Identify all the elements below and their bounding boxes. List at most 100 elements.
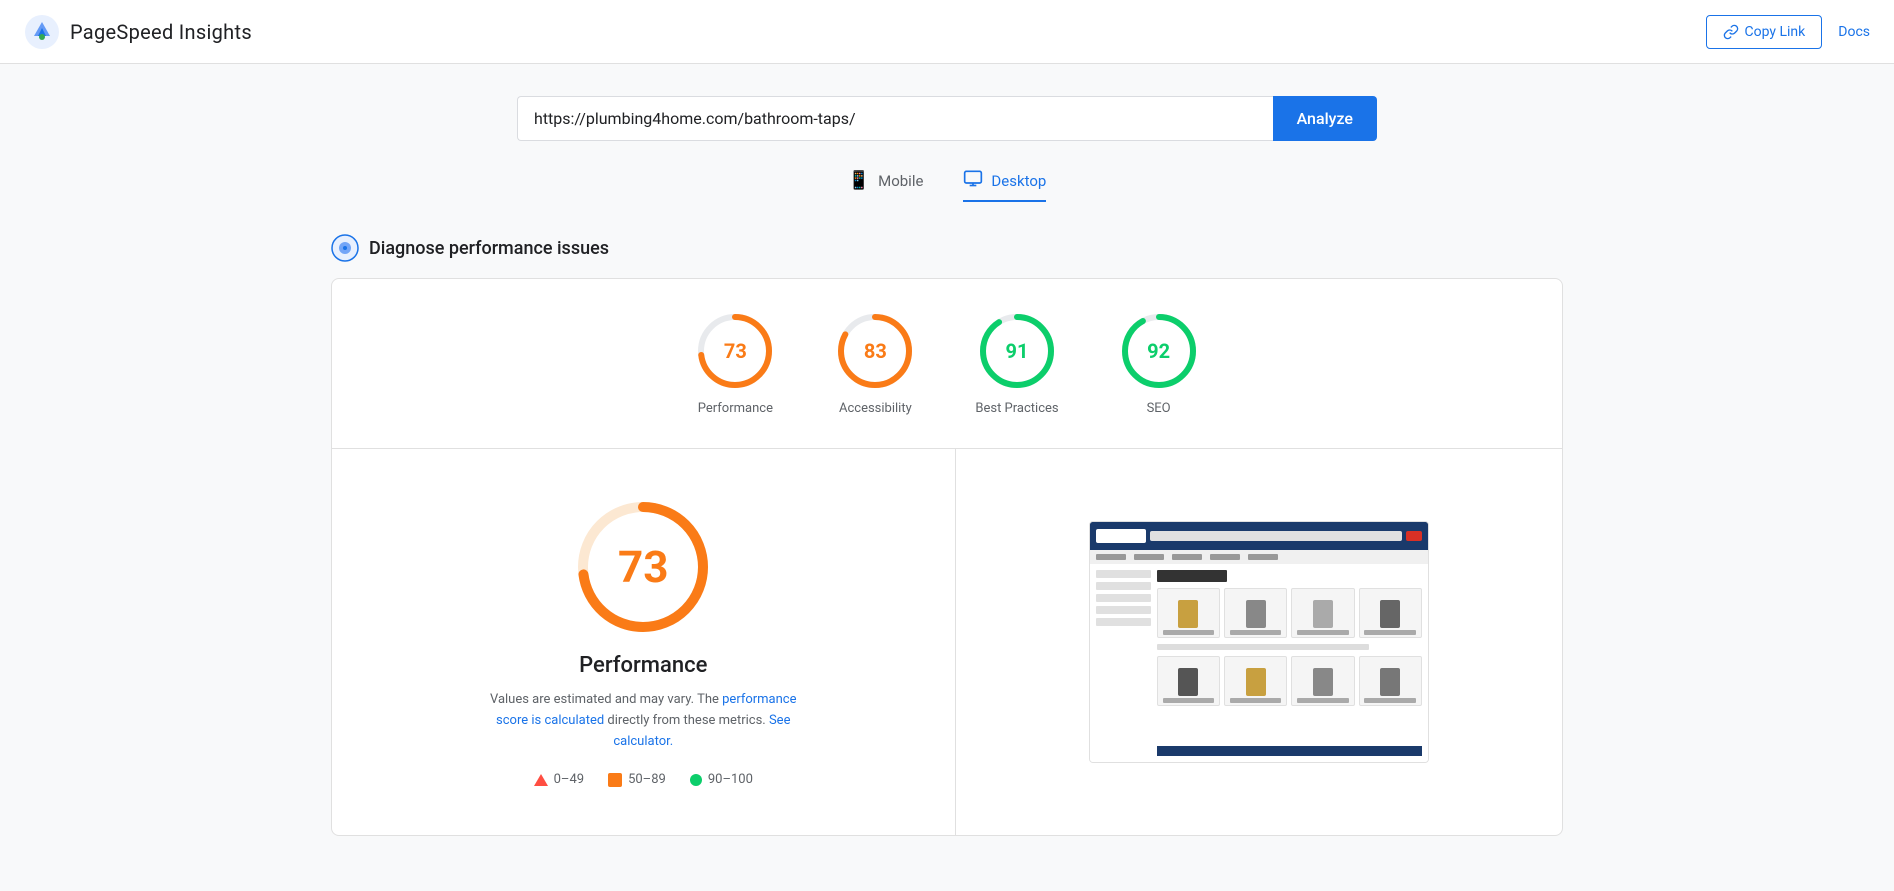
detail-description: Values are estimated and may vary. The p… <box>473 690 813 752</box>
score-label-performance: Performance <box>698 401 773 416</box>
score-item-seo[interactable]: 92 SEO <box>1119 311 1199 416</box>
mini-product <box>1291 656 1354 706</box>
mini-product <box>1157 588 1220 638</box>
large-score-value: 73 <box>618 541 669 593</box>
mini-products-grid <box>1157 588 1422 638</box>
pagespeed-logo-icon <box>24 14 60 50</box>
detail-section: 73 Performance Values are estimated and … <box>332 449 1562 835</box>
mini-product <box>1224 656 1287 706</box>
score-label-seo: SEO <box>1147 401 1171 416</box>
diagnose-title: Diagnose performance issues <box>369 238 609 259</box>
score-circle-accessibility: 83 <box>835 311 915 391</box>
copy-link-label: Copy Link <box>1745 24 1806 40</box>
desktop-icon <box>963 169 983 192</box>
mini-nav-item <box>1248 554 1278 560</box>
score-value-seo: 92 <box>1147 339 1170 363</box>
copy-link-button[interactable]: Copy Link <box>1706 15 1823 49</box>
mini-products-grid-2 <box>1157 656 1422 706</box>
mini-sidebar <box>1096 570 1151 756</box>
score-item-accessibility[interactable]: 83 Accessibility <box>835 311 915 416</box>
score-item-performance[interactable]: 73 Performance <box>695 311 775 416</box>
mini-product-img <box>1178 668 1198 696</box>
tabs-container: 📱 Mobile Desktop <box>331 169 1563 202</box>
url-input[interactable] <box>517 96 1273 141</box>
detail-left: 73 Performance Values are estimated and … <box>332 449 956 835</box>
header: PageSpeed Insights Copy Link Docs <box>0 0 1894 64</box>
legend-average-icon <box>608 773 622 787</box>
score-circle-performance: 73 <box>695 311 775 391</box>
scores-row: 73 Performance 83 Accessibility <box>332 279 1562 449</box>
mini-product-img <box>1313 600 1333 628</box>
mini-second-row <box>1157 644 1422 650</box>
score-value-accessibility: 83 <box>864 339 887 363</box>
mini-product-img <box>1380 668 1400 696</box>
mini-product-img <box>1380 600 1400 628</box>
mini-sidebar-item <box>1096 594 1151 602</box>
mini-product <box>1157 656 1220 706</box>
legend-pass-icon <box>690 774 702 786</box>
mini-product-label <box>1297 630 1349 635</box>
mini-product-label <box>1364 630 1416 635</box>
app-title: PageSpeed Insights <box>70 20 252 44</box>
logo-area: PageSpeed Insights <box>24 14 252 50</box>
legend-fail-range: 0–49 <box>554 772 584 787</box>
mini-product-img <box>1313 668 1333 696</box>
score-item-best-practices[interactable]: 91 Best Practices <box>975 311 1058 416</box>
tab-mobile-label: Mobile <box>878 172 923 190</box>
legend-average-range: 50–89 <box>628 772 666 787</box>
mini-product-label <box>1163 630 1215 635</box>
mini-product-label <box>1163 698 1215 703</box>
mini-filter-bar <box>1157 644 1369 650</box>
mini-product-label <box>1297 698 1349 703</box>
mini-product-img <box>1178 600 1198 628</box>
large-score-circle: 73 <box>573 497 713 637</box>
legend-average: 50–89 <box>608 772 666 787</box>
tab-desktop-label: Desktop <box>991 172 1046 190</box>
mini-product-img <box>1246 600 1266 628</box>
scores-card: 73 Performance 83 Accessibility <box>331 278 1563 836</box>
score-value-performance: 73 <box>724 339 747 363</box>
legend-pass: 90–100 <box>690 772 753 787</box>
score-label-accessibility: Accessibility <box>839 401 912 416</box>
header-actions: Copy Link Docs <box>1706 15 1871 49</box>
mini-product-label <box>1230 630 1282 635</box>
description-text-start: Values are estimated and may vary. The <box>490 692 719 707</box>
mini-nav-item <box>1096 554 1126 560</box>
mini-product <box>1359 656 1422 706</box>
mini-search-bar <box>1150 531 1402 541</box>
mobile-icon: 📱 <box>848 170 870 191</box>
mini-search-btn <box>1406 531 1422 541</box>
mini-product-label <box>1364 698 1416 703</box>
mini-product-label <box>1230 698 1282 703</box>
score-label-best-practices: Best Practices <box>975 401 1058 416</box>
screenshot-container <box>1089 521 1429 763</box>
url-bar-container: Analyze <box>331 96 1563 141</box>
mini-product-img <box>1246 668 1266 696</box>
score-circle-best-practices: 91 <box>977 311 1057 391</box>
mini-sidebar-item <box>1096 606 1151 614</box>
mini-product <box>1291 588 1354 638</box>
mini-product <box>1224 588 1287 638</box>
url-bar-wrapper: Analyze <box>517 96 1377 141</box>
mini-nav-item <box>1134 554 1164 560</box>
mini-nav-item <box>1172 554 1202 560</box>
analyze-button[interactable]: Analyze <box>1273 96 1377 141</box>
tab-desktop[interactable]: Desktop <box>963 169 1046 202</box>
diagnose-icon <box>331 234 359 262</box>
legend: 0–49 50–89 90–100 <box>534 772 753 787</box>
docs-link[interactable]: Docs <box>1838 24 1870 40</box>
screenshot-image <box>1090 522 1428 762</box>
mini-product <box>1359 588 1422 638</box>
mini-site-header <box>1090 522 1428 550</box>
score-value-best-practices: 91 <box>1006 339 1029 363</box>
score-circle-seo: 92 <box>1119 311 1199 391</box>
mini-body <box>1090 564 1428 762</box>
mini-sidebar-item <box>1096 582 1151 590</box>
tab-mobile[interactable]: 📱 Mobile <box>848 169 924 202</box>
description-text-middle: directly from these metrics. <box>607 713 765 728</box>
mini-nav <box>1090 550 1428 564</box>
legend-fail-icon <box>534 774 548 786</box>
detail-right <box>956 449 1563 835</box>
mini-site-mockup <box>1090 522 1428 762</box>
mini-nav-item <box>1210 554 1240 560</box>
